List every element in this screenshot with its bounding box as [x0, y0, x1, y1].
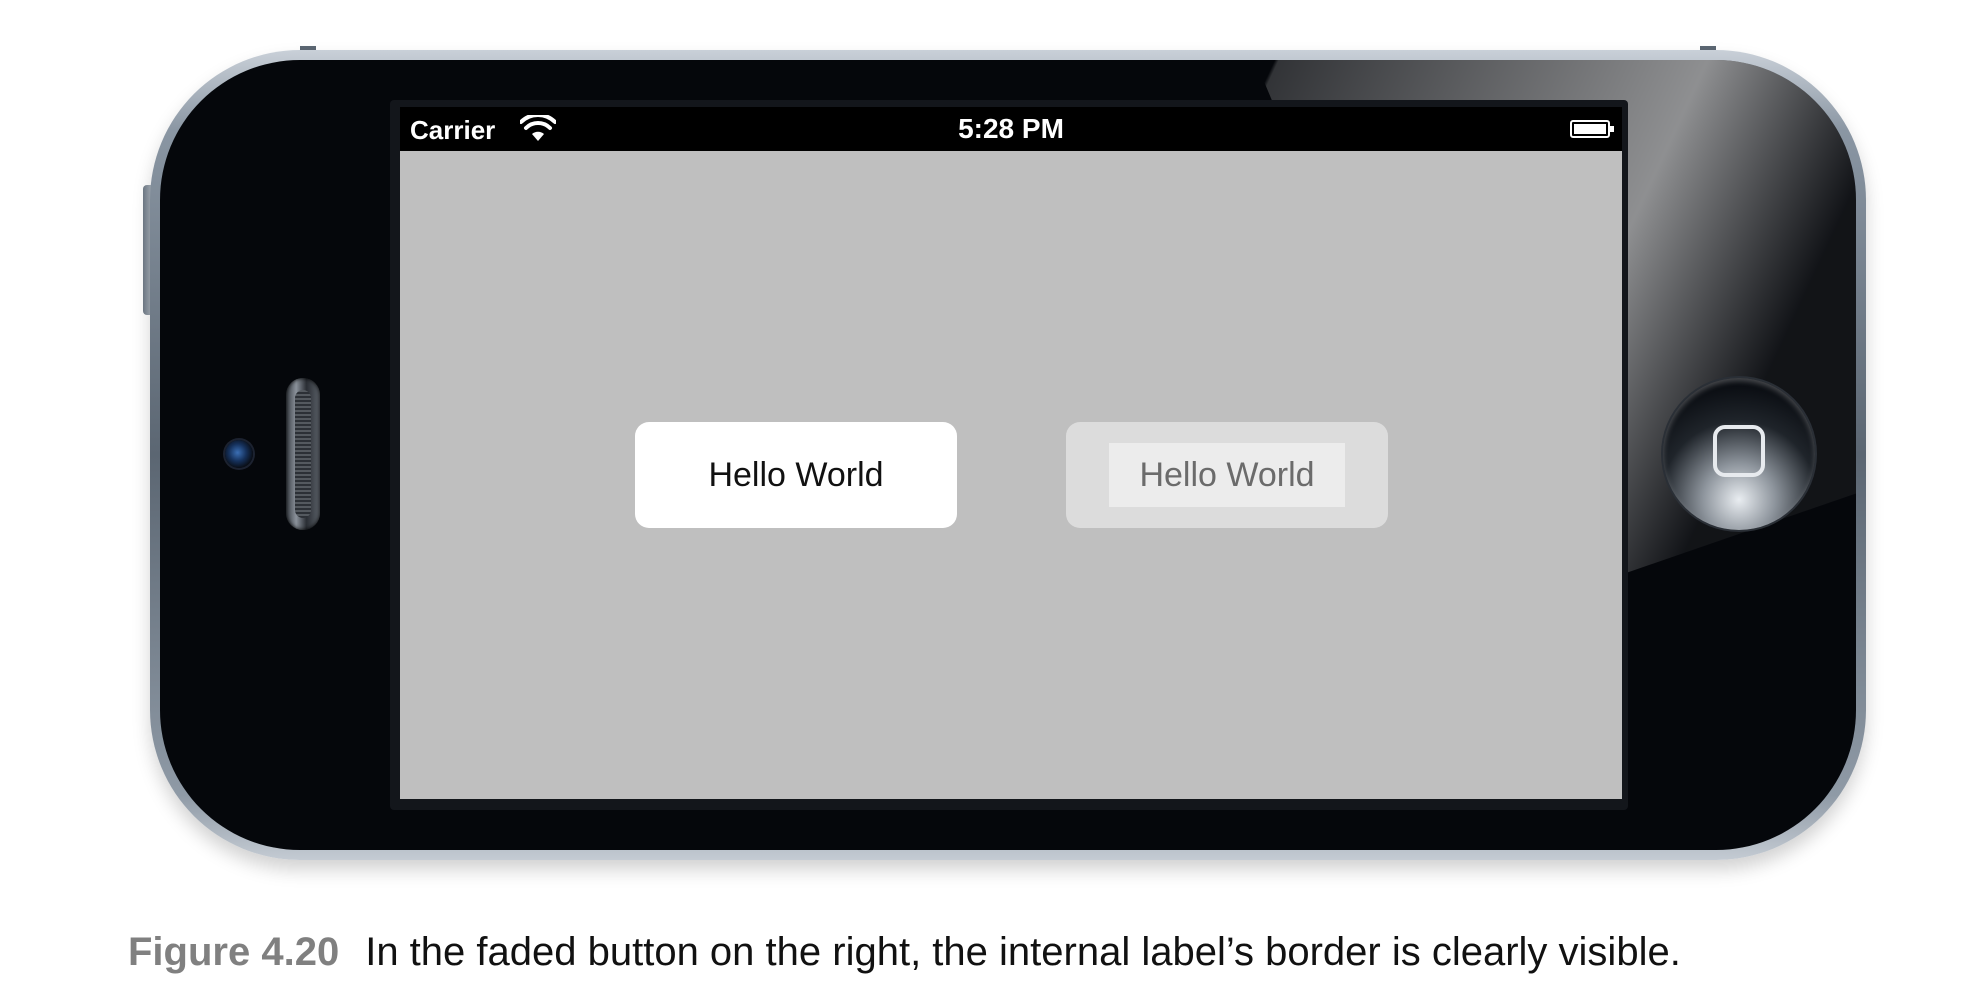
- hello-world-button[interactable]: Hello World: [635, 422, 957, 528]
- faded-button-internal-label: Hello World: [1109, 443, 1345, 507]
- caption-text: In the faded button on the right, the in…: [365, 930, 1681, 974]
- earpiece-speaker: [286, 378, 320, 530]
- status-bar: Carrier 5:28 PM: [400, 107, 1622, 151]
- front-camera: [225, 440, 253, 468]
- battery-icon: [1570, 120, 1614, 138]
- figure-number: Figure 4.20: [128, 930, 340, 974]
- faded-hello-world-button-label: Hello World: [1139, 455, 1315, 494]
- status-time: 5:28 PM: [958, 113, 1064, 144]
- figure-caption: Figure 4.20 In the faded button on the ri…: [128, 930, 1681, 975]
- app-screen: Hello World Hello World: [400, 151, 1622, 799]
- faded-hello-world-button[interactable]: Hello World: [1066, 422, 1388, 528]
- home-button-icon: [1713, 425, 1765, 477]
- hello-world-button-label: Hello World: [708, 455, 884, 494]
